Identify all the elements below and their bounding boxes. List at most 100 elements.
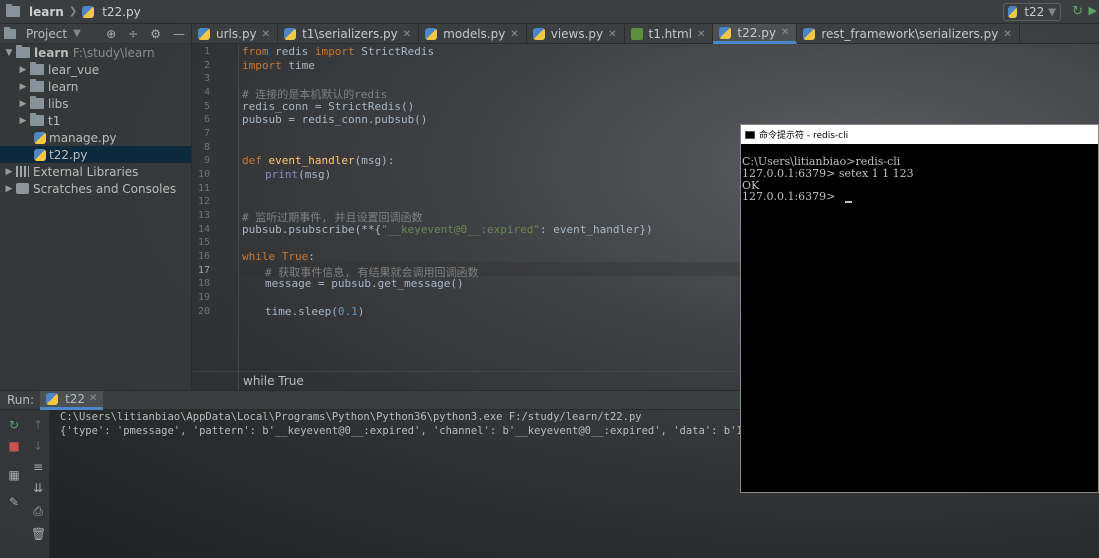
python-icon: [532, 28, 545, 40]
python-icon: [198, 28, 210, 40]
breadcrumb-project[interactable]: learn: [29, 5, 64, 19]
run-panel-header: Run: t22 ✕: [0, 390, 740, 410]
tab-rest-framework-serializers[interactable]: rest_framework\serializers.py ✕: [797, 24, 1020, 44]
scroll-to-end-icon[interactable]: ⇊: [31, 481, 45, 495]
editor-breadcrumb[interactable]: while True: [192, 371, 740, 390]
folder-icon: [16, 45, 30, 58]
tree-root-label: learn: [34, 45, 69, 60]
collapsed-arrow-icon[interactable]: ▶: [2, 184, 16, 194]
line-number: 6: [203, 114, 210, 125]
line-number: 4: [203, 87, 210, 98]
close-icon[interactable]: ✕: [89, 393, 97, 404]
chevron-right-icon: ❯: [68, 6, 78, 17]
tree-item-label: learn: [48, 79, 79, 94]
close-icon[interactable]: ✕: [510, 29, 518, 40]
project-icon: [4, 26, 16, 39]
command-prompt-titlebar[interactable]: 命令提示符 - redis-cli: [741, 125, 1098, 144]
tab-urls[interactable]: urls.py ✕: [192, 24, 279, 44]
close-icon[interactable]: ✕: [1003, 29, 1011, 40]
python-icon: [34, 131, 46, 144]
collapsed-arrow-icon[interactable]: ▶: [2, 167, 16, 177]
tab-views[interactable]: views.py ✕: [527, 24, 625, 44]
line-number: 18: [197, 278, 210, 289]
command-prompt-window[interactable]: 命令提示符 - redis-cli C:\Users\litianbiao>re…: [740, 124, 1099, 493]
rerun-icon[interactable]: ↻: [7, 418, 21, 432]
collapse-icon[interactable]: ÷: [128, 27, 138, 41]
tab-t22[interactable]: t22.py ✕: [713, 24, 798, 44]
close-icon[interactable]: ✕: [781, 27, 789, 38]
line-number: 16: [197, 251, 210, 262]
tree-item-label: t1: [48, 113, 61, 128]
collapsed-arrow-icon[interactable]: ▶: [16, 116, 30, 126]
tree-item[interactable]: manage.py: [0, 129, 191, 146]
trash-icon[interactable]: 🗑: [31, 527, 46, 541]
breadcrumb-item[interactable]: while True: [243, 374, 304, 388]
expanded-arrow-icon[interactable]: ▼: [2, 48, 16, 58]
close-icon[interactable]: ✕: [697, 29, 705, 40]
python-icon: [284, 28, 297, 40]
tab-t1-serializers[interactable]: t1\serializers.py ✕: [278, 24, 420, 44]
line-number: 10: [197, 169, 210, 180]
code-line: message = pubsub.get_message(): [265, 277, 464, 290]
minimize-icon[interactable]: —: [173, 27, 185, 41]
close-icon[interactable]: ✕: [608, 29, 616, 40]
collapsed-arrow-icon[interactable]: ▶: [16, 82, 30, 92]
run-configuration-label: t22: [1024, 5, 1045, 19]
folder-icon: [30, 113, 44, 126]
line-number: 14: [197, 224, 210, 235]
project-panel: Project ▼ ⊕ ÷ ⚙ — ▼ learn F:\study\learn…: [0, 24, 192, 390]
tree-scratches[interactable]: ▶ Scratches and Consoles: [0, 180, 191, 197]
collapsed-arrow-icon[interactable]: ▶: [16, 65, 30, 75]
python-icon: [34, 148, 46, 161]
rerun-icon[interactable]: ↻: [1072, 4, 1083, 19]
tree-root[interactable]: ▼ learn F:\study\learn: [0, 44, 191, 61]
title-bar: learn ❯ t22.py t22 ▼ ↻ ▶: [0, 0, 1099, 24]
gear-icon[interactable]: ⚙: [150, 27, 161, 41]
python-icon: [46, 392, 59, 405]
html-icon: [630, 28, 643, 40]
run-tab[interactable]: t22 ✕: [40, 390, 104, 410]
breadcrumb-file[interactable]: t22.py: [102, 5, 141, 19]
line-number: 2: [203, 60, 210, 71]
down-arrow-icon[interactable]: ↓: [31, 439, 45, 453]
line-number: 19: [197, 292, 210, 303]
close-icon[interactable]: ✕: [262, 29, 270, 40]
soft-wrap-icon[interactable]: ≡: [31, 460, 45, 474]
editor-gutter: 1 2 3 4 5 6 7 8 9 10 11 12 13 14 15 16 1…: [192, 44, 239, 390]
stop-icon[interactable]: ■: [7, 439, 21, 453]
collapsed-arrow-icon[interactable]: ▶: [16, 99, 30, 109]
locate-icon[interactable]: ⊕: [106, 27, 116, 41]
run-configuration-select[interactable]: t22 ▼: [1003, 3, 1061, 21]
tree-root-path: F:\study\learn: [72, 45, 155, 60]
tab-label: models.py: [443, 27, 506, 41]
tab-label: rest_framework\serializers.py: [821, 27, 999, 41]
project-panel-header: Project ▼ ⊕ ÷ ⚙ —: [0, 24, 191, 44]
tree-item-label: External Libraries: [33, 164, 139, 179]
chevron-down-icon[interactable]: ▼: [73, 28, 81, 39]
run-icon[interactable]: ▶: [1089, 4, 1097, 17]
tree-external-libraries[interactable]: ▶ External Libraries: [0, 163, 191, 180]
pin-icon[interactable]: ✎: [7, 495, 21, 509]
code-line: from redis import StrictRedis: [242, 45, 435, 58]
tree-item[interactable]: ▶ t1: [0, 112, 191, 129]
code-line: pubsub = redis_conn.pubsub(): [242, 113, 428, 126]
code-line: time.sleep(0.1): [265, 305, 365, 318]
tree-item-label: libs: [48, 96, 69, 111]
tab-models[interactable]: models.py ✕: [419, 24, 527, 44]
close-icon[interactable]: ✕: [403, 29, 411, 40]
project-view-select[interactable]: Project: [26, 27, 67, 41]
tree-item[interactable]: ▶ lear_vue: [0, 61, 191, 78]
code-line: print(msg): [265, 168, 332, 181]
tree-item-selected[interactable]: t22.py: [0, 146, 191, 163]
tree-item[interactable]: ▶ libs: [0, 95, 191, 112]
tree-item[interactable]: ▶ learn: [0, 78, 191, 95]
cmd-line: 127.0.0.1:6379>: [742, 190, 839, 203]
code-line: import time: [242, 59, 315, 72]
layout-icon[interactable]: ▦: [7, 468, 21, 482]
line-number-current: 17: [197, 265, 210, 276]
tab-t1-html[interactable]: t1.html ✕: [625, 24, 714, 44]
line-number: 15: [197, 237, 210, 248]
line-number: 1: [203, 46, 210, 57]
up-arrow-icon[interactable]: ↑: [31, 418, 45, 432]
print-icon[interactable]: ⎙: [31, 504, 45, 519]
